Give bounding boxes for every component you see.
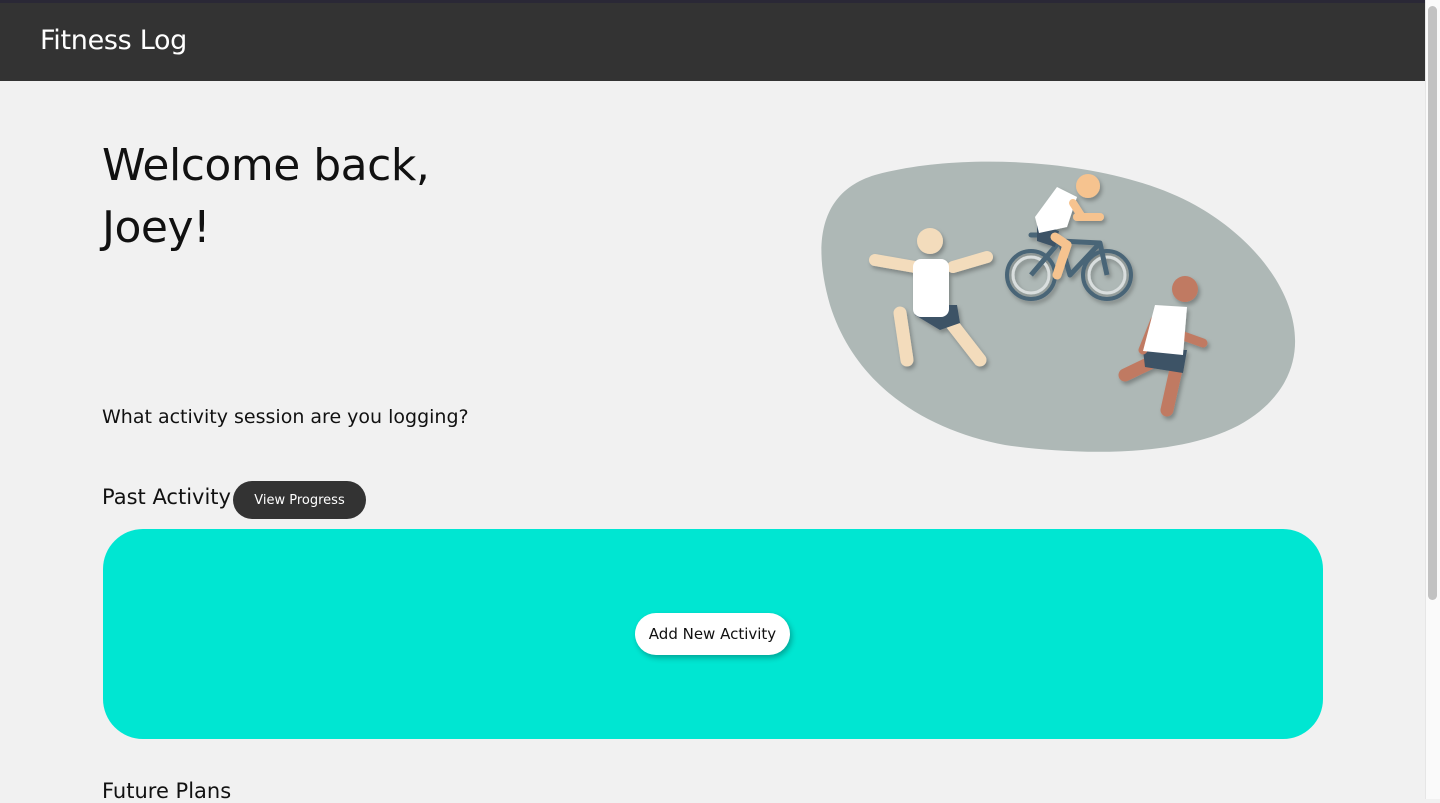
past-activity-panel: Add New Activity <box>103 529 1323 739</box>
view-progress-button[interactable]: View Progress <box>233 481 366 519</box>
app-title: Fitness Log <box>40 25 188 56</box>
activity-prompt: What activity session are you logging? <box>102 406 469 428</box>
add-new-activity-button[interactable]: Add New Activity <box>635 613 790 655</box>
app-header: Fitness Log <box>0 3 1425 81</box>
sports-people-illustration <box>821 161 1296 452</box>
welcome-line-greeting: Welcome back, <box>102 140 430 191</box>
future-plans-heading: Future Plans <box>102 779 232 803</box>
scrollbar-thumb[interactable] <box>1428 6 1437 600</box>
welcome-line-username: Joey! <box>102 202 211 253</box>
past-activity-heading: Past Activity <box>102 485 231 509</box>
welcome-heading: Welcome back, Joey! <box>102 135 430 259</box>
